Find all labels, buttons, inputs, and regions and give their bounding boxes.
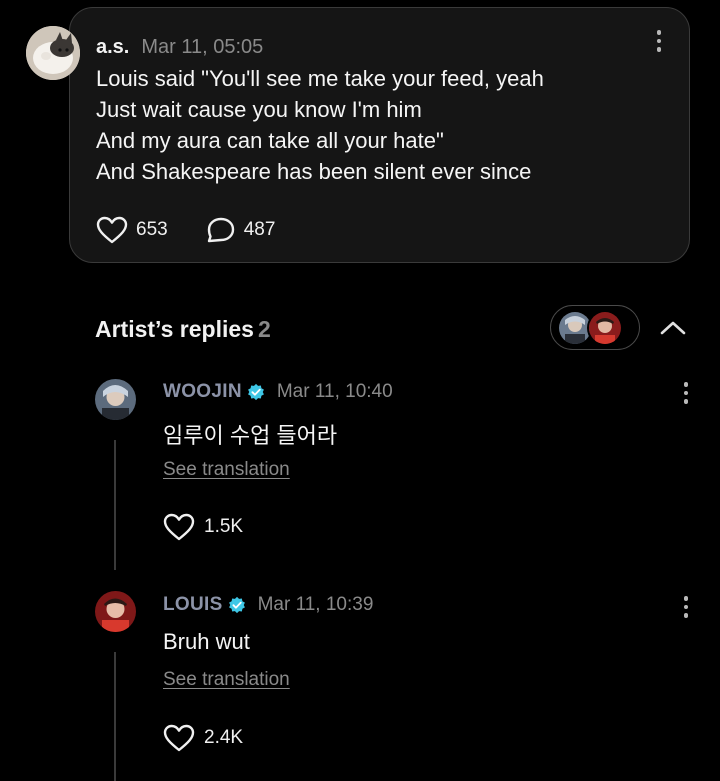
reply-author-name[interactable]: LOUIS [163,594,223,616]
reply-meta: LOUIS Mar 11, 10:39 [163,594,373,616]
post-actions: 653 487 [96,216,275,244]
reply-text: Bruh wut [163,629,250,654]
reply-item: LOUIS Mar 11, 10:39 Bruh wut See transla… [0,582,720,781]
artist-replies-screen: a.s. Mar 11, 05:05 Louis said "You'll se… [0,0,720,781]
collapse-replies-button[interactable] [658,316,688,340]
artist-replies-count: 2 [257,316,271,342]
reply-like-button[interactable]: 1.5K [163,513,243,541]
post-more-icon[interactable] [656,30,662,52]
woojin-avatar[interactable] [95,379,136,420]
reply-timestamp: Mar 11, 10:40 [276,381,393,402]
post-timestamp: Mar 11, 05:05 [141,36,264,58]
thread-line [114,440,116,570]
artist-avatars-pill[interactable] [550,305,640,350]
heart-icon [163,724,195,752]
reply-more-icon[interactable] [683,382,689,404]
post-comment-count: 487 [243,219,276,240]
see-translation-link[interactable]: See translation [163,669,290,691]
post-card[interactable]: a.s. Mar 11, 05:05 Louis said "You'll se… [69,7,690,263]
post-text: Louis said "You'll see me take your feed… [96,63,544,187]
heart-icon [163,513,195,541]
verified-badge-icon [247,383,264,401]
post-like-count: 653 [136,219,168,240]
cat-avatar-icon [26,26,80,80]
reply-author-name[interactable]: WOOJIN [163,381,242,403]
verified-badge-icon [228,596,245,614]
artist-replies-heading: Artist’s replies 2 [95,316,271,343]
see-translation-link[interactable]: See translation [163,459,290,481]
post-author[interactable]: a.s. [96,36,129,59]
reply-more-icon[interactable] [683,596,689,618]
reply-like-button[interactable]: 2.4K [163,724,243,752]
louis-mini-avatar [587,309,623,346]
reply-text: 임루이 수업 들어라 [163,423,338,448]
reply-item: WOOJIN Mar 11, 10:40 임루이 수업 들어라 See tran… [0,370,720,580]
reply-like-count: 1.5K [204,516,244,537]
louis-avatar[interactable] [95,591,136,632]
post-line: And my aura can take all your hate" [96,128,444,153]
post-line: Just wait cause you know I'm him [96,97,422,122]
comment-icon [207,217,234,243]
post-author-avatar[interactable] [26,26,80,80]
post-like-button[interactable]: 653 [96,216,168,244]
woojin-avatar-image [95,379,136,420]
reply-like-count: 2.4K [204,727,244,748]
reply-meta: WOOJIN Mar 11, 10:40 [163,381,393,403]
artist-replies-title: Artist’s replies [95,316,254,342]
post-line: And Shakespeare has been silent ever sin… [96,159,532,184]
thread-line [114,652,116,781]
post-meta: a.s. Mar 11, 05:05 [96,36,263,59]
heart-icon [96,216,128,244]
chevron-up-icon [660,321,686,335]
post-line: Louis said "You'll see me take your feed… [96,66,544,91]
louis-avatar-image [95,591,136,632]
post-comment-button[interactable]: 487 [206,216,276,244]
reply-timestamp: Mar 11, 10:39 [257,594,374,615]
